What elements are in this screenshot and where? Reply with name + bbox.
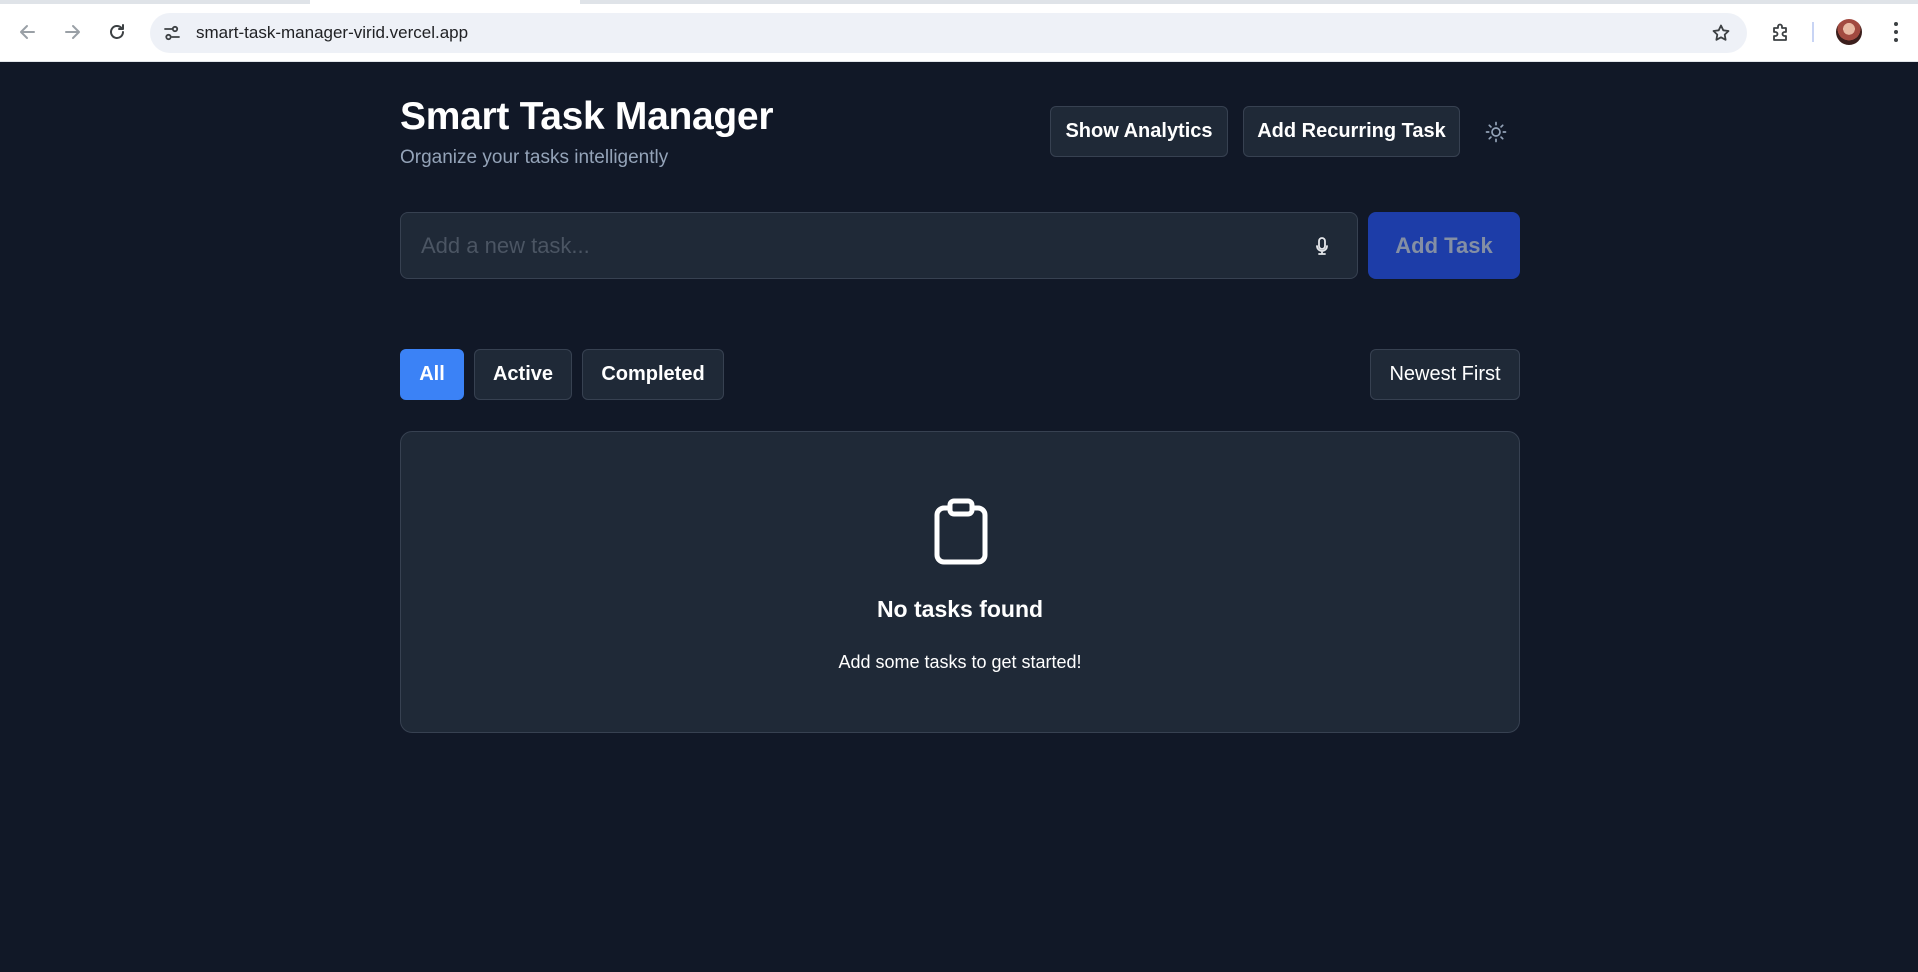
page-subtitle: Organize your tasks intelligently (400, 147, 669, 168)
forward-arrow-icon (65, 25, 80, 39)
puzzle-icon (1773, 23, 1787, 41)
toolbar-divider (1812, 22, 1814, 42)
add-recurring-task-button[interactable]: Add Recurring Task (1243, 106, 1460, 157)
site-settings-icon (164, 25, 180, 41)
sort-order-select[interactable]: Newest First (1370, 349, 1520, 400)
active-tab-indicator[interactable] (310, 0, 580, 4)
microphone-icon (1316, 237, 1328, 255)
tab-strip (0, 0, 1918, 4)
reload-button[interactable] (103, 18, 131, 46)
menu-dot-icon (1894, 38, 1898, 42)
bookmark-button[interactable] (1711, 23, 1731, 43)
filter-all-button[interactable]: All (400, 349, 464, 400)
clipboard-icon (931, 498, 991, 566)
voice-input-button[interactable] (1311, 234, 1333, 258)
empty-state-message: Add some tasks to get started! (838, 652, 1082, 672)
browser-toolbar: smart-task-manager-virid.vercel.app (0, 0, 1918, 62)
add-task-button[interactable]: Add Task (1368, 212, 1520, 279)
sun-icon (1485, 121, 1507, 143)
filter-active-button[interactable]: Active (474, 349, 572, 400)
site-settings-button[interactable] (162, 23, 182, 43)
task-input-container (400, 212, 1358, 279)
extensions-button[interactable] (1768, 19, 1794, 45)
empty-state-title: No tasks found (876, 596, 1044, 622)
back-arrow-icon (20, 25, 35, 39)
address-bar[interactable]: smart-task-manager-virid.vercel.app (150, 13, 1747, 53)
back-button[interactable] (14, 18, 42, 46)
reload-icon (110, 24, 124, 39)
show-analytics-button[interactable]: Show Analytics (1050, 106, 1228, 157)
new-task-input[interactable] (401, 213, 1301, 278)
browser-menu-button[interactable] (1886, 18, 1906, 46)
page-title: Smart Task Manager (400, 95, 774, 138)
menu-dot-icon (1894, 30, 1898, 34)
filter-completed-button[interactable]: Completed (582, 349, 724, 400)
star-icon (1712, 24, 1730, 41)
url-text[interactable]: smart-task-manager-virid.vercel.app (196, 23, 468, 43)
theme-toggle-button[interactable] (1480, 116, 1512, 148)
forward-button[interactable] (58, 18, 86, 46)
menu-dot-icon (1894, 22, 1898, 26)
profile-avatar[interactable] (1836, 19, 1862, 45)
task-list-empty-state: No tasks found Add some tasks to get sta… (400, 431, 1520, 733)
